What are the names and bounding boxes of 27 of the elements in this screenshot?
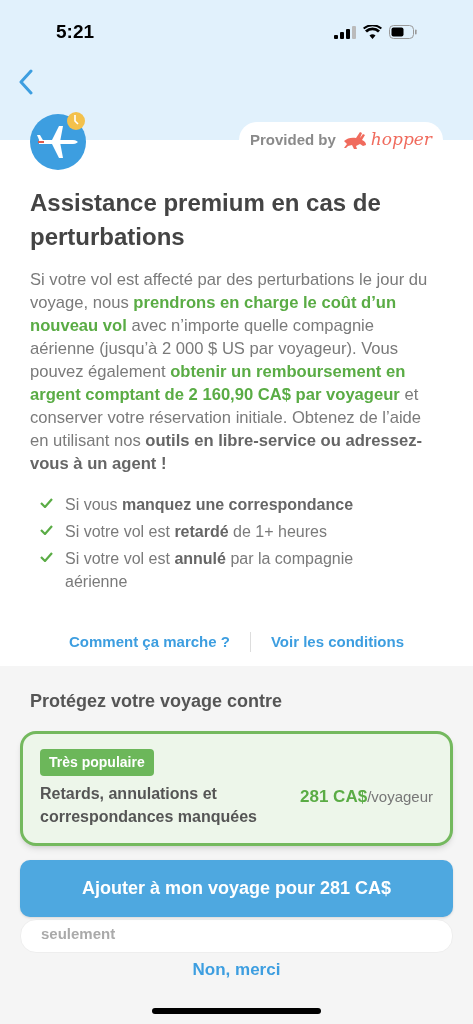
option-card[interactable]: Très populaire Retards, annulations et correspondances manquées 281 CA$/voyageur: [20, 730, 453, 846]
status-time: 5:21: [56, 19, 95, 44]
page-title: Assistance premium en cas de perturbations: [30, 188, 382, 252]
option-price: 281 CA$/voyageur: [300, 785, 433, 808]
back-icon: [19, 69, 33, 95]
coverage-text: Si votre vol est annulé par la compagnie aérienne: [65, 549, 355, 592]
option-card[interactable]: seulement: [20, 918, 453, 953]
coverage-text: Si vous manquez une correspondance: [65, 495, 355, 515]
option-name: seulement: [41, 924, 116, 942]
link[interactable]: Comment ça marche ?: [69, 631, 230, 654]
section-heading: Protégez votre voyage contre: [29, 689, 284, 713]
coverage-text: Si votre vol est retardé de 1+ heures: [65, 522, 328, 542]
check-icon: [40, 552, 53, 562]
decline-button[interactable]: Non, merci: [192, 956, 281, 982]
link[interactable]: Voir les conditions: [270, 631, 404, 654]
battery-icon: [389, 25, 417, 39]
signal-icon: [334, 25, 356, 39]
description-text: Si votre vol est affecté par des perturbations le jour du voyage, nous prendrons en charge le coût d’un nouveau vol avec n’importe quelle compagnie aérienne (jusqu’à 2 000 $ US par voyageur). Vous pouvez également obtenir un remboursement en argent comptant de 2 160,90 CA$ par voyageur et conserver votre réservation initiale. Obtenez de l’aide en utilisant nos outils en libre-service ou adressez-vous à un agent !: [30, 269, 428, 475]
wifi-icon: [363, 25, 382, 39]
popular-badge: Très populaire: [40, 748, 154, 776]
option-name: Retards, annulations et correspondances manquées: [40, 783, 258, 827]
rabbit-icon: [342, 131, 369, 149]
brand-name: hopper: [370, 128, 432, 152]
add-to-trip-button[interactable]: Ajouter à mon voyage pour 281 CA$: [20, 859, 453, 917]
check-icon: [40, 525, 53, 535]
check-icon: [40, 498, 53, 508]
provider-label: Provided by: [250, 129, 336, 150]
